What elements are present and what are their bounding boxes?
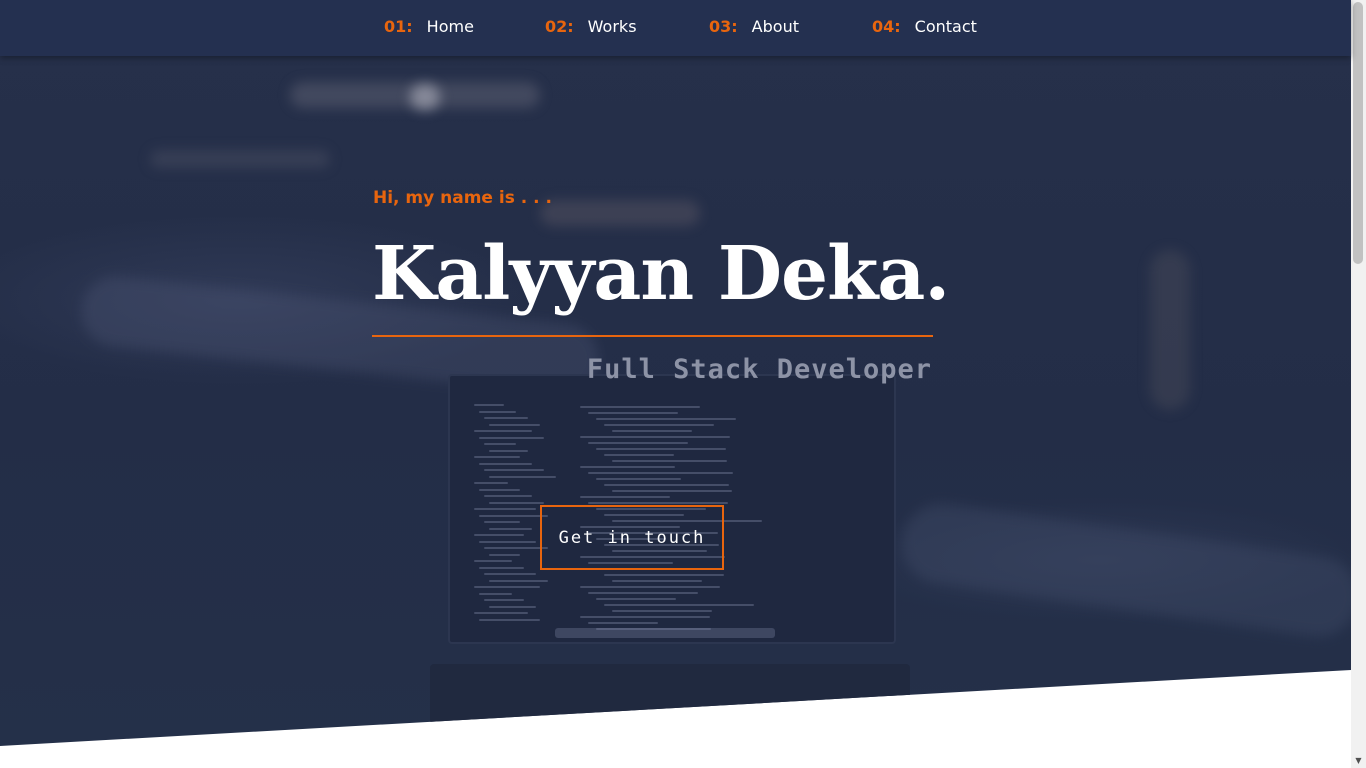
hero-greeting: Hi, my name is . . . (373, 188, 552, 208)
nav-item-about[interactable]: 03: About (709, 17, 799, 39)
code-line-decoration (588, 442, 688, 444)
file-tree-line-decoration (484, 469, 544, 471)
code-line-decoration (604, 574, 724, 576)
code-line-decoration (604, 484, 729, 486)
code-line-decoration (588, 622, 658, 624)
laptop-dock (555, 628, 775, 638)
file-tree-line-decoration (479, 618, 540, 621)
code-line-decoration (612, 460, 727, 462)
background-blur-shape (150, 150, 330, 168)
code-line-decoration (604, 424, 714, 426)
file-tree-line-decoration (489, 579, 548, 582)
code-line-decoration (580, 436, 730, 438)
file-tree-line-decoration (479, 488, 520, 491)
code-line-decoration (580, 496, 670, 498)
code-line-decoration (596, 478, 681, 480)
file-tree-line-decoration (479, 592, 512, 595)
nav-item-home[interactable]: 01: Home (384, 17, 474, 39)
code-line-decoration (580, 586, 720, 588)
file-tree-line-decoration (484, 521, 520, 523)
code-line-decoration (580, 616, 710, 618)
get-in-touch-button[interactable]: Get in touch (540, 505, 724, 570)
file-tree-line-decoration (489, 527, 532, 530)
code-line-decoration (588, 412, 678, 414)
nav-item-contact[interactable]: 04: Contact (872, 17, 977, 39)
nav-item-label: Home (426, 17, 474, 36)
file-tree-line-decoration (489, 553, 520, 556)
code-line-decoration (588, 502, 728, 504)
file-tree-line-decoration (479, 540, 536, 543)
code-line-decoration (588, 472, 733, 474)
file-tree-line-decoration (474, 586, 540, 588)
code-line-decoration (612, 580, 702, 582)
file-tree-line-decoration (474, 508, 536, 510)
file-tree-line-decoration (489, 449, 528, 452)
nav-item-number: 03: (709, 17, 738, 36)
code-line-decoration (612, 610, 712, 612)
file-tree-line-decoration (474, 482, 508, 484)
file-tree-line-decoration (474, 404, 504, 406)
background-blur-shape (896, 498, 1351, 642)
nav-item-number: 02: (545, 17, 574, 36)
file-tree-line-decoration (484, 599, 524, 601)
file-tree-line-decoration (479, 514, 548, 517)
code-line-decoration (596, 418, 736, 420)
nav-item-label: About (751, 17, 799, 36)
file-tree-line-decoration (474, 612, 528, 614)
file-tree-line-decoration (489, 475, 556, 478)
background-blur-shape (410, 84, 440, 110)
hero-name: Kalyyan Deka. (372, 231, 950, 317)
code-line-decoration (596, 448, 726, 450)
file-tree-line-decoration (484, 443, 516, 445)
code-line-decoration (580, 406, 700, 408)
nav-item-label: Contact (914, 17, 977, 36)
file-tree-line-decoration (484, 417, 528, 419)
code-line-decoration (596, 598, 676, 600)
code-line-decoration (604, 454, 674, 456)
top-navigation: 01: Home 02: Works 03: About 04: Contact (0, 0, 1351, 56)
file-tree-line-decoration (474, 534, 524, 536)
file-tree-line-decoration (474, 456, 520, 458)
code-line-decoration (604, 604, 754, 606)
file-tree-line-decoration (484, 573, 536, 575)
file-tree-line-decoration (479, 410, 516, 413)
file-tree-line-decoration (474, 430, 532, 432)
code-line-decoration (588, 592, 698, 594)
code-line-decoration (612, 490, 732, 492)
nav-item-works[interactable]: 02: Works (545, 17, 637, 39)
code-line-decoration (580, 466, 675, 468)
nav-item-number: 01: (384, 17, 413, 36)
scroll-down-arrow-icon[interactable]: ▼ (1351, 753, 1366, 768)
file-tree-line-decoration (484, 495, 532, 497)
file-tree-line-decoration (489, 605, 536, 608)
code-line-decoration (612, 430, 692, 432)
file-tree-line-decoration (484, 547, 548, 549)
file-tree-line-decoration (489, 423, 540, 426)
nav-item-label: Works (587, 17, 637, 36)
name-underline-divider (372, 335, 933, 337)
scrollbar-thumb[interactable] (1353, 2, 1363, 264)
background-blur-shape (1150, 250, 1190, 410)
nav-item-number: 04: (872, 17, 901, 36)
hero-role: Full Stack Developer (586, 354, 932, 385)
file-tree-line-decoration (489, 501, 544, 504)
page-scrollbar[interactable]: ▲ ▼ (1351, 0, 1366, 768)
file-tree-line-decoration (479, 462, 532, 465)
file-tree-line-decoration (479, 566, 524, 569)
file-tree-line-decoration (474, 560, 512, 562)
file-tree-line-decoration (479, 436, 544, 439)
laptop-keyboard (430, 664, 910, 724)
